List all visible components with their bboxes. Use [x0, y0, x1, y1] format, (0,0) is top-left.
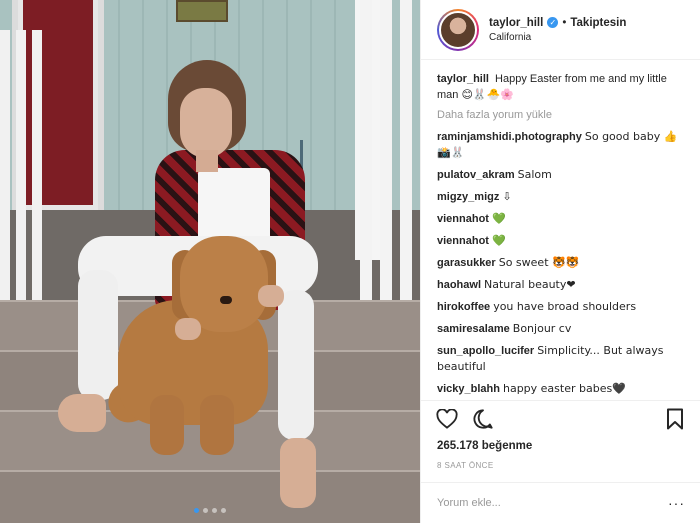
post-photo[interactable] — [0, 0, 420, 523]
neck — [196, 150, 218, 172]
caption: taylor_hill Happy Easter from me and my … — [437, 72, 684, 103]
comment-text: Salom — [517, 168, 552, 181]
heart-icon[interactable] — [435, 407, 459, 431]
like-count[interactable]: 265.178 beğenme — [437, 440, 532, 452]
comment-row: raminjamshidi.photography So good baby 👍📸… — [437, 129, 684, 161]
porch-step — [0, 470, 420, 523]
comment-text: 💚 — [491, 212, 506, 225]
comment-username[interactable]: viennahot — [437, 235, 489, 247]
right-railing — [360, 0, 420, 300]
comment-text: ⇩ — [502, 190, 512, 203]
comment-username[interactable]: hirokoffee — [437, 301, 490, 313]
comments-list[interactable]: taylor_hill Happy Easter from me and my … — [421, 60, 700, 395]
left-leg — [78, 270, 118, 400]
carousel-indicator — [0, 508, 420, 513]
carousel-dot[interactable] — [221, 508, 226, 513]
verified-badge-icon: ✓ — [547, 17, 559, 28]
add-comment-section: ··· — [421, 482, 700, 523]
caption-username[interactable]: taylor_hill — [437, 73, 489, 85]
dog-leg — [150, 395, 184, 455]
comment-text: 💚 — [491, 234, 506, 247]
avatar[interactable] — [437, 8, 479, 51]
add-comment-input[interactable] — [437, 497, 667, 509]
left-foot — [58, 394, 106, 432]
action-bar — [421, 400, 700, 436]
comment-rows: raminjamshidi.photography So good baby 👍📸… — [437, 129, 684, 395]
more-options-icon[interactable]: ··· — [668, 495, 685, 511]
dog-leg — [200, 395, 234, 455]
carousel-dot[interactable] — [203, 508, 208, 513]
comment-row: migzy_migz ⇩ — [437, 189, 684, 205]
comment-text: you have broad shoulders — [493, 300, 637, 313]
comment-row: samiresalame Bonjour cv — [437, 321, 684, 337]
comment-username[interactable]: migzy_migz — [437, 191, 499, 203]
comment-username[interactable]: samiresalame — [437, 323, 510, 335]
comment-username[interactable]: garasukker — [437, 257, 496, 269]
hand — [175, 318, 201, 340]
post-dialog: taylor_hill ✓ • Takiptesin California ta… — [0, 0, 700, 523]
comment-row: hirokoffee you have broad shoulders — [437, 299, 684, 315]
location-link[interactable]: California — [489, 32, 626, 43]
comment-row: vicky_blahh happy easter babes🖤 — [437, 381, 684, 395]
comment-text: Natural beauty❤ — [484, 278, 576, 291]
hand — [258, 285, 284, 307]
separator: • — [562, 16, 567, 29]
right-leg — [278, 290, 314, 440]
wall-picture — [176, 0, 228, 22]
avatar-image — [439, 10, 477, 49]
comment-username[interactable]: viennahot — [437, 213, 489, 225]
comment-row: viennahot 💚 — [437, 211, 684, 227]
comment-text: Bonjour cv — [512, 322, 572, 335]
following-button[interactable]: Takiptesin — [570, 17, 626, 29]
comment-text: So sweet 🐯🐯 — [498, 256, 580, 269]
comment-row: sun_apollo_lucifer Simplicity... But alwa… — [437, 343, 684, 375]
comment-text: happy easter babes🖤 — [502, 382, 626, 395]
user-line: taylor_hill ✓ • Takiptesin — [489, 17, 626, 29]
comment-username[interactable]: pulatov_akram — [437, 169, 515, 181]
header-text: taylor_hill ✓ • Takiptesin California — [489, 17, 626, 43]
caption-emojis: 😊🐰🐣🌸 — [461, 88, 515, 101]
right-foot — [280, 438, 316, 508]
post-timestamp[interactable]: 8 SAAT ÖNCE — [437, 461, 494, 470]
dog-nose — [220, 296, 232, 304]
author-username[interactable]: taylor_hill — [489, 17, 543, 29]
comment-username[interactable]: vicky_blahh — [437, 383, 500, 395]
comment-row: haohawl Natural beauty❤ — [437, 277, 684, 293]
face — [180, 88, 232, 158]
comment-username[interactable]: raminjamshidi.photography — [437, 131, 582, 143]
comment-icon[interactable] — [471, 407, 495, 431]
left-railing — [0, 30, 48, 300]
comment-row: viennahot 💚 — [437, 233, 684, 249]
carousel-dot[interactable] — [194, 508, 199, 513]
comment-username[interactable]: haohawl — [437, 279, 481, 291]
post-header: taylor_hill ✓ • Takiptesin California — [421, 0, 700, 60]
bookmark-icon[interactable] — [663, 407, 687, 431]
comment-row: garasukker So sweet 🐯🐯 — [437, 255, 684, 271]
comment-row: pulatov_akram Salom — [437, 167, 684, 183]
post-sidebar: taylor_hill ✓ • Takiptesin California ta… — [420, 0, 700, 523]
comment-username[interactable]: sun_apollo_lucifer — [437, 345, 534, 357]
load-more-comments-button[interactable]: Daha fazla yorum yükle — [437, 109, 684, 121]
carousel-dot[interactable] — [212, 508, 217, 513]
